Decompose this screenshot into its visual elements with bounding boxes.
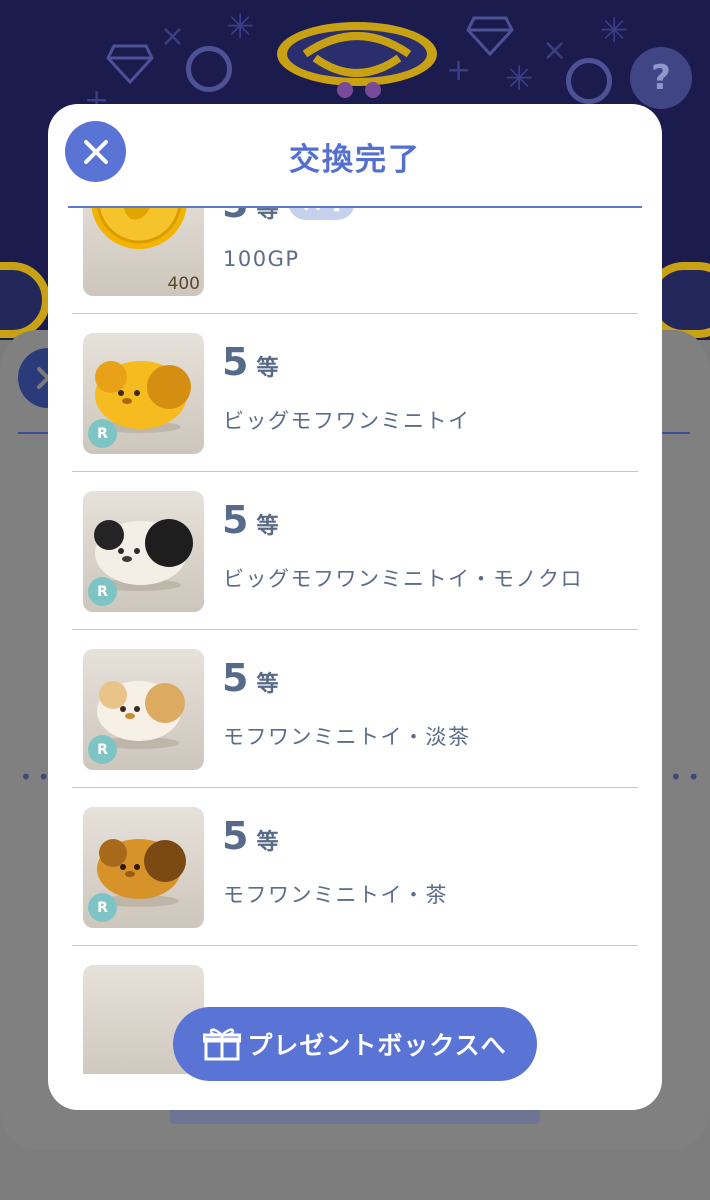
rank-number: 5 bbox=[222, 340, 249, 384]
rarity-badge: R bbox=[88, 893, 117, 922]
present-box-button[interactable]: プレゼントボックスへ bbox=[173, 1007, 537, 1081]
reward-list-content: 400 5等×4 100GP bbox=[72, 208, 638, 1074]
quantity-badge: ×4 bbox=[288, 208, 356, 220]
rank-unit: 等 bbox=[256, 514, 279, 539]
rank-number: 5 bbox=[222, 656, 249, 700]
rank-number: 5 bbox=[222, 498, 249, 542]
item-thumbnail: 400 bbox=[83, 208, 204, 296]
item-name: ビッグモフワンミニトイ・モノクロ bbox=[223, 567, 583, 591]
rank: 5等 bbox=[222, 340, 278, 384]
rank: 5等 ×4 bbox=[222, 208, 356, 226]
rank-unit: 等 bbox=[256, 356, 279, 381]
list-item: R 5等 ビッグモフワンミニトイ bbox=[72, 314, 638, 472]
rank-unit: 等 bbox=[256, 672, 279, 697]
item-name: ビッグモフワンミニトイ bbox=[223, 409, 471, 433]
list-item: R 5等 ビッグモフワンミニトイ・モノクロ bbox=[72, 472, 638, 630]
ring-decoration bbox=[566, 58, 612, 104]
gift-icon bbox=[203, 1028, 242, 1061]
diamond-icon bbox=[466, 16, 514, 57]
rank-unit: 等 bbox=[256, 830, 279, 855]
present-box-label: プレゼントボックスへ bbox=[247, 1031, 507, 1060]
plus-decoration-icon: × bbox=[160, 19, 186, 54]
item-name: 100GP bbox=[223, 247, 300, 271]
rank-unit: 等 bbox=[256, 208, 279, 223]
ring-decoration bbox=[186, 46, 232, 92]
item-thumbnail: R bbox=[83, 491, 204, 612]
diamond-icon bbox=[106, 44, 154, 85]
rank-number: 5 bbox=[222, 814, 249, 858]
lamp-decoration bbox=[0, 262, 50, 338]
item-thumbnail: R bbox=[83, 807, 204, 928]
sparkle-icon: ✳ bbox=[226, 7, 255, 47]
modal-title: 交換完了 bbox=[289, 142, 421, 178]
list-item: R 5等 モフワンミニトイ・淡茶 bbox=[72, 630, 638, 788]
exchange-complete-modal: 交換完了 400 5等×4 100GP bbox=[48, 104, 662, 1110]
rarity-badge: R bbox=[88, 577, 117, 606]
reward-list[interactable]: 400 5等×4 100GP bbox=[72, 208, 638, 1074]
rank: 5等 bbox=[222, 656, 278, 700]
item-name: モフワンミニトイ・淡茶 bbox=[223, 725, 471, 749]
ufo-icon bbox=[277, 22, 437, 98]
sparkle-icon: ✳ bbox=[505, 59, 534, 99]
sparkle-icon: ✳ bbox=[600, 11, 629, 51]
background-dots-right: •• bbox=[670, 765, 706, 789]
rarity-badge: R bbox=[88, 735, 117, 764]
plus-decoration-icon: + bbox=[446, 53, 472, 88]
list-item: R 5等 モフワンミニトイ・茶 bbox=[72, 788, 638, 946]
modal-header: 交換完了 bbox=[48, 104, 662, 208]
help-button[interactable]: ? bbox=[630, 47, 692, 109]
item-thumbnail: R bbox=[83, 649, 204, 770]
item-name: モフワンミニトイ・茶 bbox=[223, 883, 448, 907]
rank: 5等 bbox=[222, 498, 278, 542]
rarity-badge: R bbox=[88, 419, 117, 448]
item-thumbnail: R bbox=[83, 333, 204, 454]
help-label: ? bbox=[651, 58, 671, 98]
list-item: 400 5等 ×4 100GP bbox=[72, 208, 638, 314]
rank: 5等 bbox=[222, 814, 278, 858]
plus-decoration-icon: × bbox=[542, 33, 568, 68]
coin-value-label: 400 bbox=[167, 274, 200, 294]
rank-number: 5 bbox=[222, 208, 248, 226]
